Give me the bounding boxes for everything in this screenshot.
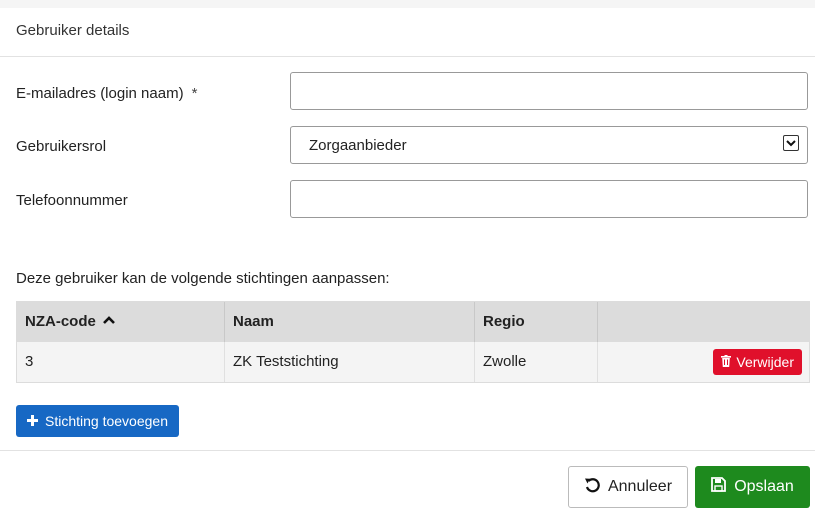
footer-divider xyxy=(0,450,815,451)
role-select[interactable]: Zorgaanbieder xyxy=(290,126,808,164)
add-foundation-button[interactable]: Stichting toevoegen xyxy=(16,405,179,437)
delete-label: Verwijder xyxy=(736,354,794,370)
panel-title: Gebruiker details xyxy=(16,22,130,39)
column-header-actions xyxy=(598,302,809,342)
phone-label: Telefoonnummer xyxy=(16,192,128,209)
foundations-intro: Deze gebruiker kan de volgende stichting… xyxy=(16,270,390,287)
role-select-value: Zorgaanbieder xyxy=(309,137,407,154)
add-foundation-label: Stichting toevoegen xyxy=(45,413,168,429)
cell-actions: Verwijder xyxy=(598,342,809,382)
save-button[interactable]: Opslaan xyxy=(695,466,810,508)
email-label: E-mailadres (login naam) * xyxy=(16,85,198,102)
cancel-label: Annuleer xyxy=(607,478,673,495)
save-label: Opslaan xyxy=(734,478,794,495)
user-details-panel: Gebruiker details E-mailadres (login naa… xyxy=(0,8,815,512)
cancel-button[interactable]: Annuleer xyxy=(568,466,688,508)
column-header-naam[interactable]: Naam xyxy=(225,302,475,342)
trash-icon xyxy=(721,349,732,375)
delete-button[interactable]: Verwijder xyxy=(713,349,802,375)
chevron-down-icon xyxy=(783,135,799,151)
plus-icon xyxy=(27,413,38,429)
table-header: NZA-code Naam Regio xyxy=(17,302,809,342)
required-marker: * xyxy=(191,85,198,102)
email-input[interactable] xyxy=(290,72,808,110)
floppy-disk-icon xyxy=(711,477,727,497)
undo-icon xyxy=(584,477,600,498)
column-header-nza-code[interactable]: NZA-code xyxy=(17,302,225,342)
phone-input[interactable] xyxy=(290,180,808,218)
panel-header: Gebruiker details xyxy=(0,8,815,57)
column-header-regio[interactable]: Regio xyxy=(475,302,598,342)
role-label: Gebruikersrol xyxy=(16,138,107,155)
cell-nza-code: 3 xyxy=(17,342,225,382)
cell-naam: ZK Teststichting xyxy=(225,342,475,382)
foundations-table: NZA-code Naam Regio 3 ZK Teststichting Z… xyxy=(16,301,810,383)
chevron-up-icon xyxy=(102,301,116,341)
table-row: 3 ZK Teststichting Zwolle Verwijder xyxy=(17,342,809,382)
cell-regio: Zwolle xyxy=(475,342,598,382)
